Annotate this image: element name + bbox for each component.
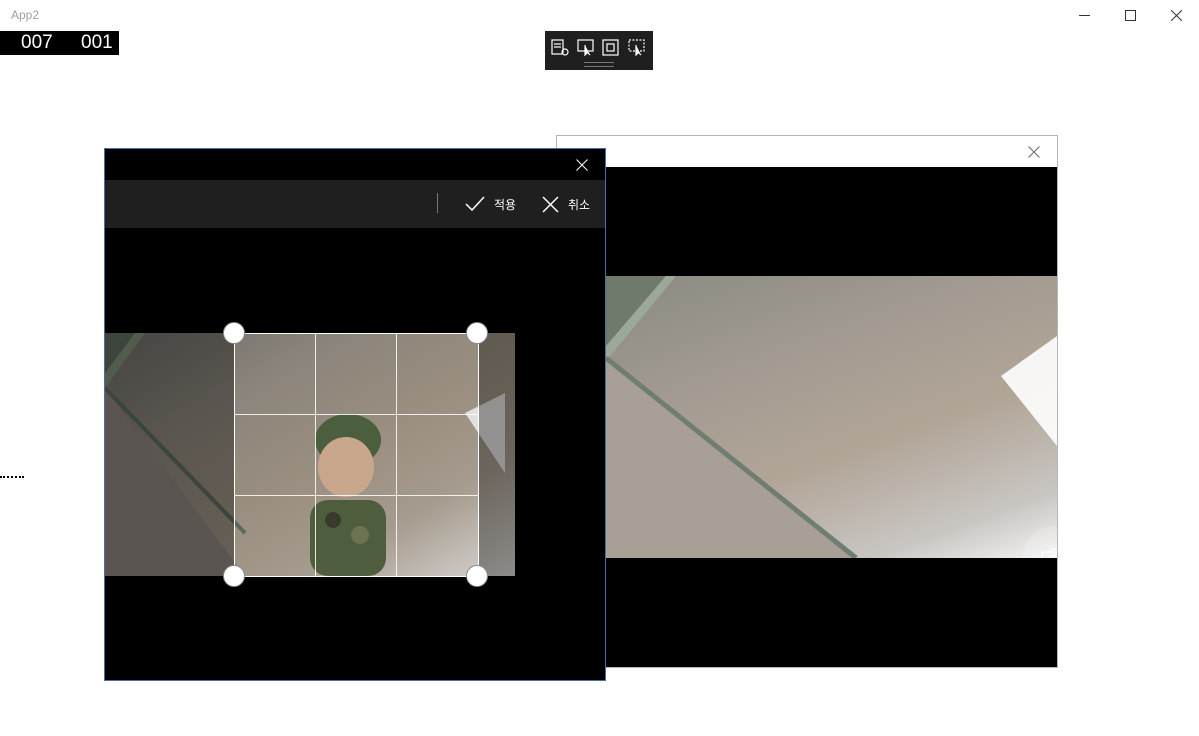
camera-icon xyxy=(1041,548,1057,558)
live-visual-tree-icon xyxy=(551,38,569,56)
toolbar-drag-handle[interactable] xyxy=(584,62,614,67)
frame-rate-counter: 007 001 xyxy=(0,31,119,55)
crop-grid-line xyxy=(235,495,478,496)
camera-capture-window xyxy=(556,135,1058,668)
cancel-button[interactable]: 취소 xyxy=(542,190,590,218)
app-titlebar: App2 xyxy=(0,0,1199,30)
close-icon xyxy=(576,158,588,171)
command-separator xyxy=(437,193,438,213)
checkmark-icon xyxy=(465,196,485,212)
crop-photo-window: 적용 취소 xyxy=(104,148,606,681)
debug-toolbar xyxy=(545,31,653,70)
select-element-icon xyxy=(577,38,594,56)
display-layout-adorners-button[interactable] xyxy=(601,38,621,56)
camera-window-titlebar xyxy=(557,136,1057,167)
crop-command-bar: 적용 취소 xyxy=(105,180,605,228)
crop-grid-line xyxy=(396,334,397,576)
cancel-label: 취소 xyxy=(568,197,591,212)
apply-label: 적용 xyxy=(494,197,517,212)
camera-window-close-button[interactable] xyxy=(1019,138,1049,166)
track-focused-element-button[interactable] xyxy=(627,38,647,56)
minimize-button[interactable] xyxy=(1061,0,1107,30)
apply-button[interactable]: 적용 xyxy=(465,190,516,218)
close-icon xyxy=(1170,9,1182,21)
track-focused-element-icon xyxy=(628,38,645,56)
minimize-icon xyxy=(1078,14,1090,16)
crop-mask-right xyxy=(478,333,515,576)
camera-preview xyxy=(606,276,1057,558)
close-icon xyxy=(1028,146,1040,158)
maximize-icon xyxy=(1124,9,1136,21)
crop-grid-line xyxy=(315,334,316,576)
select-element-button[interactable] xyxy=(576,38,596,56)
live-visual-tree-button[interactable] xyxy=(550,38,570,56)
crop-selection-frame[interactable] xyxy=(234,333,479,577)
frame-rate-counter-left: 007 xyxy=(21,32,53,53)
frame-rate-counter-right: 001 xyxy=(81,32,113,53)
camera-preview-image xyxy=(606,276,1057,558)
focus-indicator xyxy=(0,476,24,478)
crop-handle-top-left[interactable] xyxy=(223,322,245,344)
maximize-button[interactable] xyxy=(1107,0,1153,30)
crop-handle-top-right[interactable] xyxy=(466,322,488,344)
crop-handle-bottom-right[interactable] xyxy=(466,565,488,587)
crop-window-close-button[interactable] xyxy=(567,150,597,179)
crop-grid-line xyxy=(235,414,478,415)
close-button[interactable] xyxy=(1153,0,1199,30)
crop-mask-left xyxy=(105,333,234,576)
crop-handle-bottom-left[interactable] xyxy=(223,565,245,587)
crop-window-titlebar xyxy=(105,149,605,180)
close-icon xyxy=(542,195,559,213)
display-layout-adorners-icon xyxy=(602,38,619,56)
app-title: App2 xyxy=(11,8,40,22)
